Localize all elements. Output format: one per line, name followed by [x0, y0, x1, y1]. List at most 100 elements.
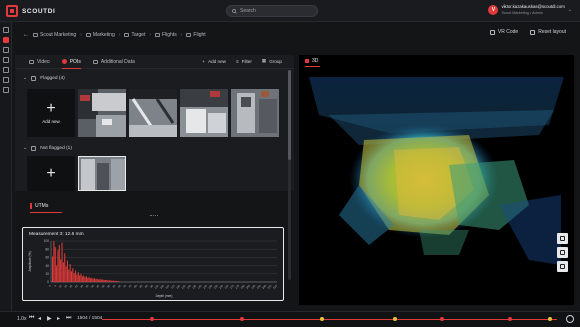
group-flagged-header[interactable]: ⌄ Flagged (4)	[23, 75, 65, 81]
timeline-track[interactable]	[102, 319, 557, 320]
breadcrumb-item[interactable]: Marketing	[85, 32, 115, 38]
poi-thumbnail[interactable]	[129, 89, 177, 137]
add-new-poi-tile[interactable]: +	[27, 156, 75, 191]
viewer-tool-button[interactable]	[557, 233, 568, 244]
search-box[interactable]	[226, 5, 318, 17]
histogram-bar	[57, 250, 59, 282]
panel-resize-handle[interactable]	[150, 215, 158, 216]
step-back-icon[interactable]: ◂	[38, 315, 41, 322]
timeline-marker[interactable]	[320, 317, 324, 321]
timeline-marker[interactable]	[150, 317, 154, 321]
x-tick-label: 25	[74, 283, 79, 288]
skip-forward-icon[interactable]: ⏭	[66, 315, 71, 322]
poi-thumbnail[interactable]	[180, 89, 228, 137]
group-button[interactable]: ▦ Group	[262, 58, 282, 64]
tab-pois[interactable]: POIs	[61, 55, 81, 69]
chevron-down-icon: ⌄	[23, 75, 28, 81]
y-tick-label: 100	[44, 239, 50, 243]
timeline-marker[interactable]	[240, 317, 244, 321]
breadcrumb-item[interactable]: Target	[124, 32, 145, 38]
tab-additional-data[interactable]: Additional Data	[92, 55, 135, 69]
document-icon	[560, 236, 565, 241]
timeline-marker[interactable]	[440, 317, 444, 321]
viewer-tool-button[interactable]	[557, 247, 568, 258]
x-tick-label: 125	[180, 283, 186, 289]
target-icon	[124, 33, 130, 37]
x-tick-label: 120	[175, 283, 181, 289]
play-icon[interactable]: ▶	[47, 315, 52, 322]
panel-tabs: Video POIs Additional Data + Add new ≡ Fil…	[15, 55, 294, 69]
histogram-bar	[83, 275, 85, 282]
poi-actions: + Add new ≡ Filter ▦ Group	[202, 58, 282, 64]
histogram-bar	[108, 280, 111, 282]
chart-title: Measurement 3: 12.6 mm	[29, 232, 84, 237]
back-arrow-icon[interactable]: ←	[23, 32, 29, 38]
tab-video[interactable]: Video	[29, 55, 50, 69]
chevron-down-icon: ⌄	[567, 7, 572, 13]
targets-icon[interactable]	[3, 47, 9, 53]
histogram-bar	[60, 259, 62, 282]
search-input[interactable]	[240, 8, 310, 14]
user-menu[interactable]: V viktor.kazakauskas@scoutdi.com Scout M…	[488, 4, 572, 16]
add-new-poi-tile[interactable]: + Add new	[27, 89, 75, 137]
step-forward-icon[interactable]: ▸	[57, 315, 60, 322]
playback-speed[interactable]: 1.0x	[17, 316, 26, 322]
x-tick-label: 30	[79, 283, 84, 288]
poi-image	[180, 89, 228, 137]
tab-utms[interactable]: UTMs	[30, 203, 48, 209]
x-tick-label: 15	[63, 283, 68, 288]
breadcrumb-item[interactable]: Scout Marketing	[33, 32, 76, 38]
home-icon[interactable]	[3, 27, 9, 33]
map-icon	[560, 250, 565, 255]
help-icon[interactable]	[3, 87, 9, 93]
avatar: V	[488, 5, 499, 15]
documents-icon[interactable]	[3, 57, 9, 63]
y-axis-label: Amplitude (%)	[28, 251, 32, 271]
skip-back-icon[interactable]: ⏮	[29, 315, 34, 322]
histogram-bar	[107, 280, 109, 282]
search-icon	[232, 8, 237, 14]
image-icon	[560, 264, 565, 269]
scrollbar-thumb[interactable]	[288, 70, 291, 160]
users-icon[interactable]	[3, 67, 9, 73]
flights-icon[interactable]	[3, 37, 9, 43]
histogram-bar	[94, 278, 96, 282]
histogram-bar	[58, 245, 60, 282]
timeline-marker[interactable]	[508, 317, 512, 321]
app-logo[interactable]: SCOUTDI	[6, 5, 55, 17]
x-tick-label: 5	[53, 283, 57, 287]
poi-thumbnail[interactable]	[78, 89, 126, 137]
tab-3d[interactable]: 3D	[305, 58, 318, 64]
group-checkbox[interactable]	[31, 75, 37, 81]
utm-measurement-card[interactable]: Measurement 3: 12.6 mm 0 20 40 60 80 100 0 5 10 1…	[22, 227, 284, 301]
x-tick-label: 85	[138, 283, 143, 288]
viewer-tool-button[interactable]	[557, 261, 568, 272]
histogram-bar	[65, 266, 67, 282]
plus-icon: +	[46, 164, 56, 182]
vr-code-button[interactable]: VR Code	[489, 29, 518, 35]
x-tick-label: 210	[272, 283, 278, 289]
breadcrumb-item[interactable]: Flights	[155, 32, 177, 38]
poi-thumbnail[interactable]	[78, 156, 126, 191]
add-new-button[interactable]: + Add new	[202, 58, 226, 64]
app-name: SCOUTDI	[22, 7, 56, 15]
chevron-right-icon: ›	[80, 32, 82, 38]
poi-thumbnail[interactable]	[231, 89, 279, 137]
settings-icon[interactable]	[3, 77, 9, 83]
point-cloud-render	[309, 77, 564, 265]
reset-layout-button[interactable]: Reset layout	[530, 29, 566, 35]
3d-viewer[interactable]	[299, 55, 574, 305]
group-checkbox[interactable]	[31, 145, 37, 151]
histogram-bar	[88, 277, 90, 282]
playback-bar: 1.0x ⏮ ◂ ▶ ▸ ⏭ 1504 / 1504	[0, 311, 580, 327]
group-not-flagged-header[interactable]: ⌄ Not flagged (1)	[23, 145, 72, 151]
histogram-bar	[103, 279, 105, 282]
chevron-right-icon: ›	[149, 32, 152, 38]
timeline-marker[interactable]	[393, 317, 397, 321]
timeline-playhead[interactable]	[548, 317, 552, 321]
x-tick-label: 35	[85, 283, 90, 288]
poi-scrollbar[interactable]	[288, 70, 291, 280]
settings-gear-icon[interactable]	[566, 315, 574, 323]
filter-button[interactable]: ≡ Filter	[236, 58, 252, 64]
histogram-bar	[79, 275, 81, 282]
